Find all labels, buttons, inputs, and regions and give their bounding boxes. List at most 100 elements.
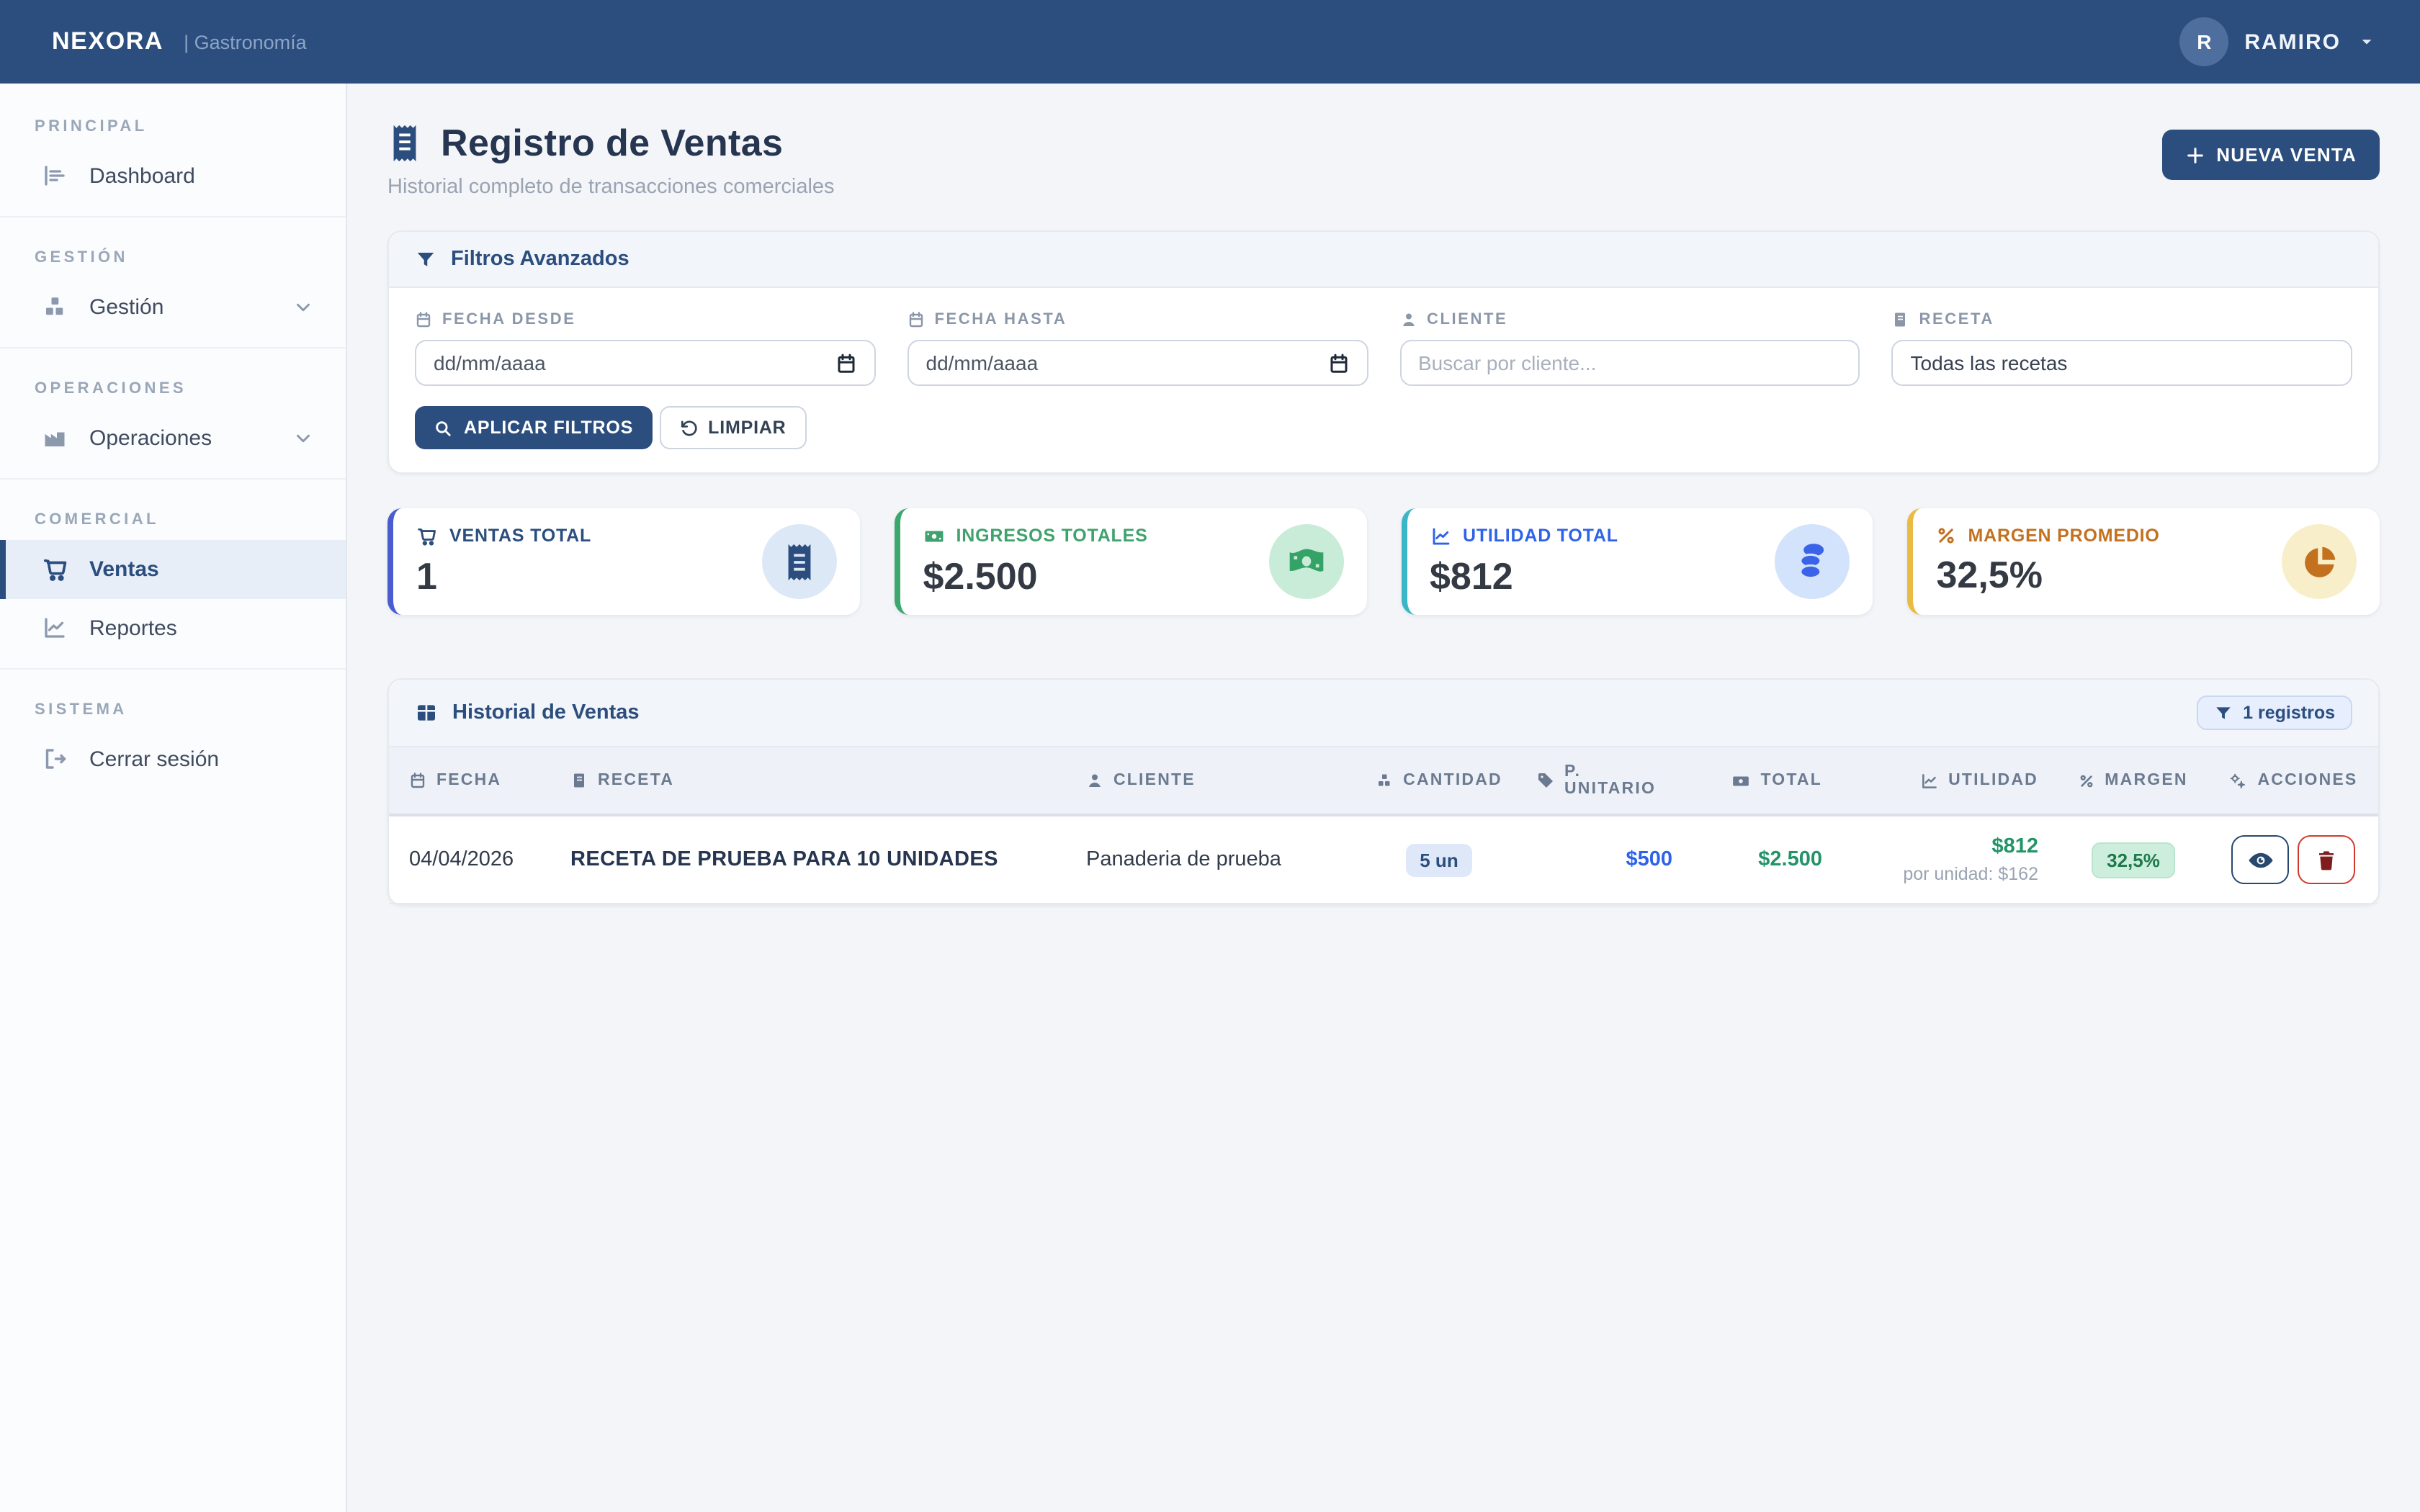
clear-filters-label: LIMPIAR <box>708 418 786 438</box>
coins-icon <box>1775 524 1850 599</box>
col-fecha[interactable]: FECHA <box>389 747 550 815</box>
date-picker-icon[interactable] <box>1327 352 1349 374</box>
sidebar-section-gestion: GESTIÓN <box>0 229 346 278</box>
chart-line-icon <box>1430 525 1451 546</box>
margin-badge: 32,5% <box>2091 842 2176 878</box>
sidebar-section-principal: PRINCIPAL <box>0 98 346 147</box>
sidebar-item-operaciones[interactable]: Operaciones <box>0 409 346 467</box>
cell-margen: 32,5% <box>2058 815 2208 904</box>
filter-fecha-hasta: FECHA HASTA dd/mm/aaaa <box>908 311 1368 386</box>
fecha-desde-input[interactable]: dd/mm/aaaa <box>415 340 876 386</box>
delete-button[interactable] <box>2298 835 2355 884</box>
gears-icon <box>2228 771 2247 790</box>
app-root: NEXORA | Gastronomía R RAMIRO PRINCIPAL … <box>0 0 2420 1512</box>
receipt-icon <box>762 524 837 599</box>
user-icon <box>1399 311 1417 328</box>
col-receta[interactable]: RECETA <box>550 747 1066 815</box>
banknote-icon <box>923 525 945 546</box>
funnel-icon <box>415 248 436 270</box>
records-count-label: 1 registros <box>2243 703 2335 723</box>
receta-label: RECETA <box>1919 311 1994 328</box>
cliente-label: CLIENTE <box>1427 311 1507 328</box>
chevron-down-icon <box>288 296 317 318</box>
top-navbar: NEXORA | Gastronomía R RAMIRO <box>0 0 2420 84</box>
stat-label: VENTAS TOTAL <box>449 526 591 546</box>
col-p-unitario[interactable]: P. UNITARIO <box>1517 747 1693 815</box>
calendar-icon <box>409 772 426 789</box>
sidebar-item-cerrar-sesion[interactable]: Cerrar sesión <box>0 730 346 788</box>
plus-icon <box>2184 145 2205 165</box>
percent-icon <box>1937 526 1957 546</box>
stat-label: MARGEN PROMEDIO <box>1968 526 2160 546</box>
col-margen[interactable]: MARGEN <box>2058 747 2208 815</box>
receta-select[interactable]: Todas las recetas <box>1892 340 2353 386</box>
stat-margen-promedio: MARGEN PROMEDIO 32,5% <box>1908 508 2380 615</box>
page-title: Registro de Ventas <box>441 121 783 166</box>
sidebar-item-reportes[interactable]: Reportes <box>0 599 346 657</box>
cell-p-unitario: $500 <box>1517 815 1693 904</box>
cell-utilidad: $812 por unidad: $162 <box>1842 815 2058 904</box>
stat-label: INGRESOS TOTALES <box>956 526 1148 546</box>
records-count-badge[interactable]: 1 registros <box>2197 696 2352 730</box>
cart-icon <box>416 525 438 546</box>
stat-value: $2.500 <box>923 554 1148 598</box>
sidebar-item-gestion[interactable]: Gestión <box>0 278 346 336</box>
banknote-icon <box>1731 771 1750 790</box>
cell-cliente: Panaderia de prueba <box>1066 815 1361 904</box>
filter-cliente: CLIENTE <box>1399 311 1860 386</box>
col-total[interactable]: TOTAL <box>1693 747 1842 815</box>
main-content: Registro de Ventas Historial completo de… <box>347 84 2420 1512</box>
user-name: RAMIRO <box>2244 30 2341 54</box>
caret-down-icon <box>2357 32 2377 52</box>
sidebar-item-label: Gestión <box>89 294 163 319</box>
fecha-hasta-label: FECHA HASTA <box>935 311 1067 328</box>
clear-filters-button[interactable]: LIMPIAR <box>659 406 806 449</box>
sidebar-section-comercial: COMERCIAL <box>0 491 346 540</box>
fecha-hasta-placeholder: dd/mm/aaaa <box>926 351 1039 374</box>
col-utilidad[interactable]: UTILIDAD <box>1842 747 2058 815</box>
brand: NEXORA | Gastronomía <box>52 27 307 56</box>
col-acciones[interactable]: ACCIONES <box>2208 747 2378 815</box>
banknote-icon <box>1268 524 1343 599</box>
brand-suffix: | Gastronomía <box>184 32 307 53</box>
boxes-icon <box>1376 772 1393 789</box>
factory-icon <box>40 425 69 451</box>
new-sale-button[interactable]: NUEVA VENTA <box>2161 130 2380 180</box>
cliente-search-input[interactable] <box>1399 340 1860 386</box>
search-icon <box>434 418 452 437</box>
stat-value: 1 <box>416 554 591 598</box>
page-subtitle: Historial completo de transacciones come… <box>387 176 835 199</box>
avatar[interactable]: R <box>2179 17 2228 66</box>
apply-filters-button[interactable]: APLICAR FILTROS <box>415 406 652 449</box>
fecha-hasta-input[interactable]: dd/mm/aaaa <box>908 340 1368 386</box>
sidebar-divider <box>0 668 346 670</box>
rotate-ccw-icon <box>679 418 698 437</box>
stat-value: 32,5% <box>1937 553 2160 598</box>
view-button[interactable] <box>2231 835 2289 884</box>
receta-selected-value: Todas las recetas <box>1911 351 2068 374</box>
sidebar-section-operaciones: OPERACIONES <box>0 360 346 409</box>
receipt-icon <box>387 124 422 163</box>
table-header-bar: Historial de Ventas 1 registros <box>389 680 2378 747</box>
percent-icon <box>2079 773 2094 788</box>
sidebar-item-dashboard[interactable]: Dashboard <box>0 147 346 204</box>
col-cantidad[interactable]: CANTIDAD <box>1361 747 1517 815</box>
user-menu[interactable]: R RAMIRO <box>2179 17 2377 66</box>
cubes-icon <box>40 294 69 320</box>
filters-header: Filtros Avanzados <box>389 232 2378 288</box>
filter-fecha-desde: FECHA DESDE dd/mm/aaaa <box>415 311 876 386</box>
col-cliente[interactable]: CLIENTE <box>1066 747 1361 815</box>
user-icon <box>1086 772 1103 789</box>
apply-filters-label: APLICAR FILTROS <box>464 418 633 438</box>
funnel-icon <box>2214 703 2233 722</box>
sidebar-item-ventas[interactable]: Ventas <box>0 540 346 599</box>
calendar-icon <box>908 311 925 328</box>
sidebar-item-label: Cerrar sesión <box>89 747 219 771</box>
stats-row: VENTAS TOTAL 1 INGRESOS TOTALES <box>387 508 2380 615</box>
stat-ventas-total: VENTAS TOTAL 1 <box>387 508 860 615</box>
cell-acciones <box>2208 815 2378 904</box>
date-picker-icon[interactable] <box>835 352 857 374</box>
cart-icon <box>40 556 69 583</box>
cell-cantidad: 5 un <box>1361 815 1517 904</box>
per-unit-note: por unidad: $162 <box>1863 864 2038 884</box>
